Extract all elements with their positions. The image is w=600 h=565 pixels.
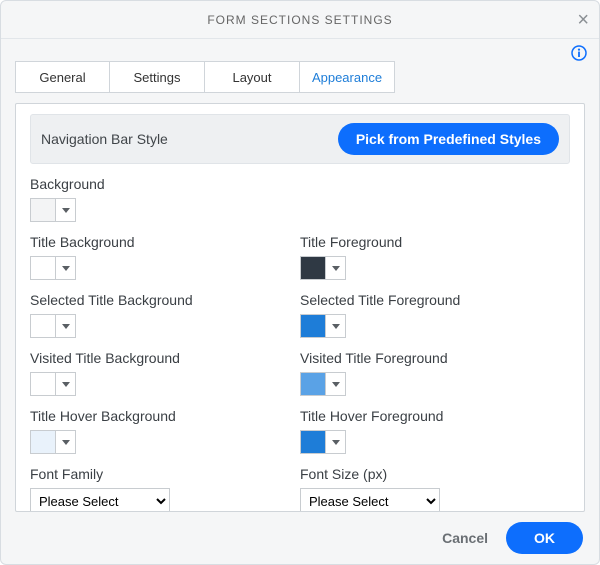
tab-layout[interactable]: Layout (205, 61, 300, 93)
field-title-hover-foreground: Title Hover Foreground (300, 408, 570, 456)
field-visited-title-foreground: Visited Title Foreground (300, 350, 570, 398)
chevron-down-icon (55, 199, 75, 221)
dialog: FORM SECTIONS SETTINGS × General Setting… (0, 0, 600, 565)
cancel-button[interactable]: Cancel (442, 530, 488, 546)
field-label: Visited Title Background (30, 350, 290, 366)
field-title-foreground: Title Foreground (300, 234, 570, 282)
section-label: Navigation Bar Style (41, 131, 168, 147)
chevron-down-icon (55, 257, 75, 279)
field-label: Font Family (30, 466, 290, 482)
field-title-background: Title Background (30, 234, 300, 282)
content: Navigation Bar Style Pick from Predefine… (15, 103, 585, 512)
color-picker-background[interactable] (30, 198, 76, 222)
font-size-select[interactable]: Please Select (300, 488, 440, 511)
swatch (31, 199, 55, 221)
swatch (31, 257, 55, 279)
color-picker-sel-title-fg[interactable] (300, 314, 346, 338)
section-header: Navigation Bar Style Pick from Predefine… (30, 114, 570, 164)
titlebar: FORM SECTIONS SETTINGS × (1, 1, 599, 39)
swatch (301, 431, 325, 453)
tab-settings[interactable]: Settings (110, 61, 205, 93)
color-picker-sel-title-bg[interactable] (30, 314, 76, 338)
field-label: Font Size (px) (300, 466, 560, 482)
tab-general[interactable]: General (15, 61, 110, 93)
chevron-down-icon (325, 431, 345, 453)
swatch (301, 315, 325, 337)
field-font-family: Font Family Please Select (30, 466, 300, 511)
swatch (31, 431, 55, 453)
tab-label: Layout (232, 70, 271, 85)
swatch (31, 315, 55, 337)
ok-button[interactable]: OK (506, 522, 583, 554)
swatch (31, 373, 55, 395)
fields: Background Title Background Title Foregr… (30, 176, 570, 511)
color-picker-hover-fg[interactable] (300, 430, 346, 454)
chevron-down-icon (55, 373, 75, 395)
tab-label: General (39, 70, 85, 85)
color-picker-title-bg[interactable] (30, 256, 76, 280)
field-visited-title-background: Visited Title Background (30, 350, 300, 398)
scroll-area[interactable]: Navigation Bar Style Pick from Predefine… (16, 104, 584, 511)
info-icon[interactable] (571, 45, 587, 61)
dialog-title: FORM SECTIONS SETTINGS (207, 13, 392, 27)
field-title-hover-background: Title Hover Background (30, 408, 300, 456)
field-label: Title Background (30, 234, 290, 250)
font-family-select[interactable]: Please Select (30, 488, 170, 511)
field-selected-title-background: Selected Title Background (30, 292, 300, 340)
chevron-down-icon (325, 315, 345, 337)
field-font-size: Font Size (px) Please Select (300, 466, 570, 511)
field-label: Selected Title Foreground (300, 292, 560, 308)
field-label: Selected Title Background (30, 292, 290, 308)
field-background: Background (30, 176, 570, 224)
pick-predefined-button[interactable]: Pick from Predefined Styles (338, 123, 559, 155)
swatch (301, 257, 325, 279)
color-picker-hover-bg[interactable] (30, 430, 76, 454)
field-label: Title Hover Background (30, 408, 290, 424)
close-icon[interactable]: × (577, 10, 589, 30)
tab-label: Settings (134, 70, 181, 85)
color-picker-title-fg[interactable] (300, 256, 346, 280)
tab-appearance[interactable]: Appearance (300, 61, 395, 93)
field-selected-title-foreground: Selected Title Foreground (300, 292, 570, 340)
tab-label: Appearance (312, 70, 382, 85)
chevron-down-icon (55, 315, 75, 337)
field-label: Title Hover Foreground (300, 408, 560, 424)
field-label: Visited Title Foreground (300, 350, 560, 366)
color-picker-vis-title-fg[interactable] (300, 372, 346, 396)
chevron-down-icon (325, 257, 345, 279)
chevron-down-icon (55, 431, 75, 453)
chevron-down-icon (325, 373, 345, 395)
color-picker-vis-title-bg[interactable] (30, 372, 76, 396)
field-label: Background (30, 176, 560, 192)
footer: Cancel OK (1, 512, 599, 564)
swatch (301, 373, 325, 395)
field-label: Title Foreground (300, 234, 560, 250)
tabbar: General Settings Layout Appearance (15, 61, 585, 93)
